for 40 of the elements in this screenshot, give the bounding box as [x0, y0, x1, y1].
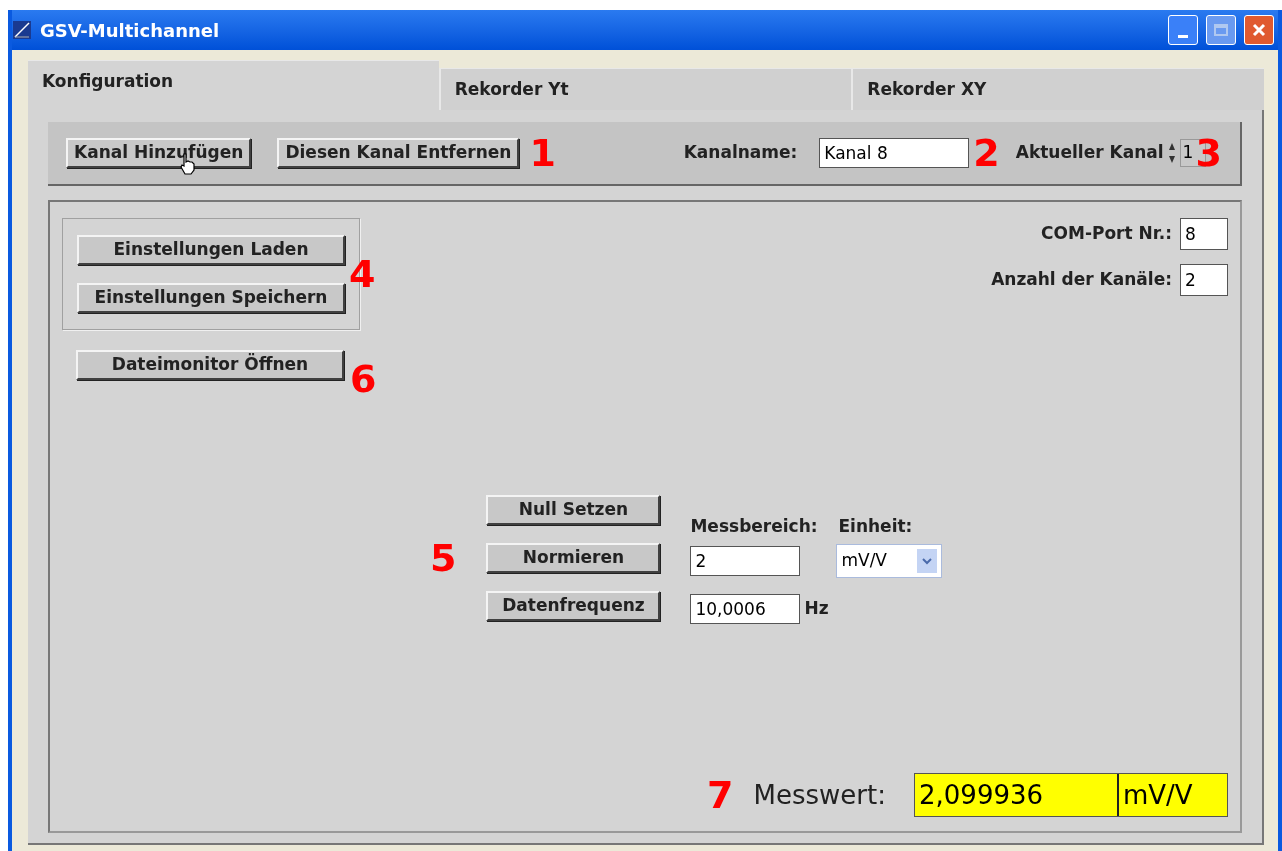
input-field[interactable]: 8 [1180, 218, 1228, 250]
field-label: Aktueller Kanal [1015, 141, 1164, 165]
input-field[interactable]: 2 [1180, 264, 1228, 296]
field-label: Messwert: [753, 778, 886, 812]
callout-number: 4 [349, 255, 376, 293]
minimize-button[interactable] [1168, 15, 1198, 45]
input-field[interactable]: Kanal 8 [819, 138, 970, 168]
push-button[interactable]: Null Setzen [486, 494, 661, 525]
callout-number: 6 [350, 360, 377, 398]
field-label: COM-Port Nr.: [1041, 222, 1172, 246]
push-button[interactable]: Einstellungen Speichern [77, 283, 345, 313]
tab[interactable]: Rekorder XY [851, 68, 1264, 110]
tab[interactable]: Konfiguration [28, 60, 439, 110]
reading-value: 2,099936 [915, 774, 1119, 816]
window-title: GSV-Multichannel [40, 18, 221, 43]
field-label: Einheit: [838, 515, 913, 538]
unit-dropdown[interactable]: mV/V [836, 543, 943, 578]
callout-number: 5 [430, 538, 457, 577]
field-label: Messbereich: [690, 515, 819, 538]
push-button[interactable]: Datenfrequenz [486, 590, 661, 621]
field-label: Kanalname: [683, 141, 798, 165]
close-icon [1251, 22, 1267, 38]
maximize-button[interactable] [1206, 15, 1236, 45]
push-button[interactable]: Diesen Kanal Entfernen [277, 138, 520, 168]
callout-number: 7 [707, 776, 734, 814]
reading-unit: mV/V [1122, 778, 1194, 812]
callout-number: 2 [973, 134, 1000, 172]
push-button[interactable]: Dateimonitor Öffnen [76, 350, 344, 380]
chevron-down-icon [917, 548, 938, 573]
push-button[interactable]: Einstellungen Laden [77, 235, 345, 265]
field-label: Anzahl der Kanäle: [991, 268, 1172, 292]
callout-number: 1 [529, 134, 556, 172]
close-button[interactable] [1244, 15, 1274, 45]
unit-label: Hz [804, 596, 829, 620]
input-field[interactable]: 10,0006 [690, 593, 801, 624]
tab[interactable]: Rekorder Yt [438, 68, 852, 110]
push-button[interactable]: Kanal Hinzufügen [66, 138, 252, 168]
chart-line-icon [12, 20, 32, 40]
push-button[interactable]: Normieren [486, 542, 661, 573]
input-field[interactable]: 2 [690, 545, 801, 576]
